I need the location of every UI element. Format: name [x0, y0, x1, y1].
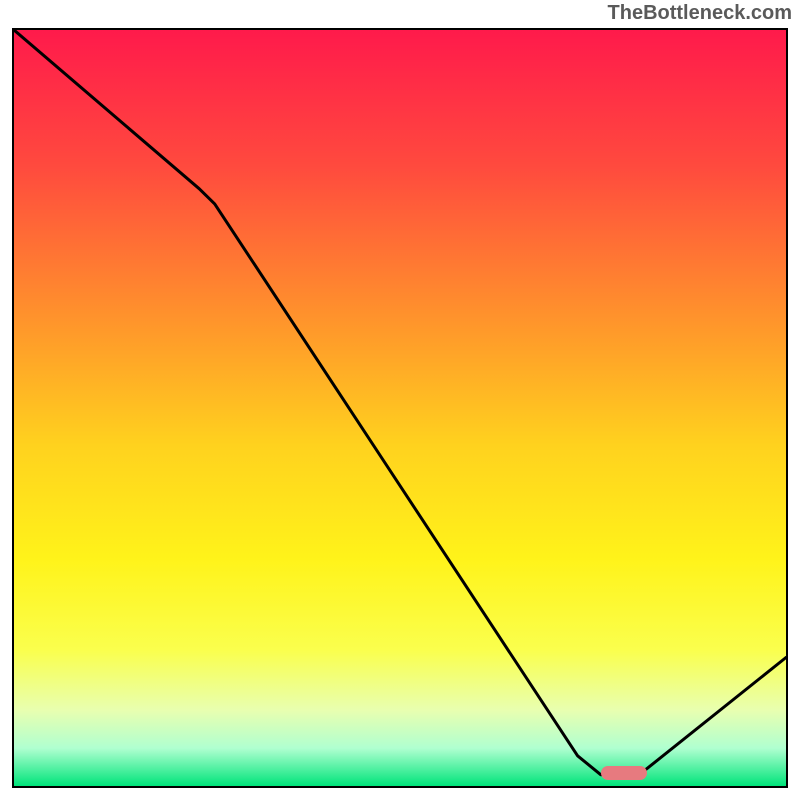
chart-frame [12, 28, 788, 788]
gradient-background [14, 30, 786, 786]
optimal-marker [601, 766, 647, 780]
chart-svg [14, 30, 786, 786]
watermark-text: TheBottleneck.com [608, 2, 792, 25]
